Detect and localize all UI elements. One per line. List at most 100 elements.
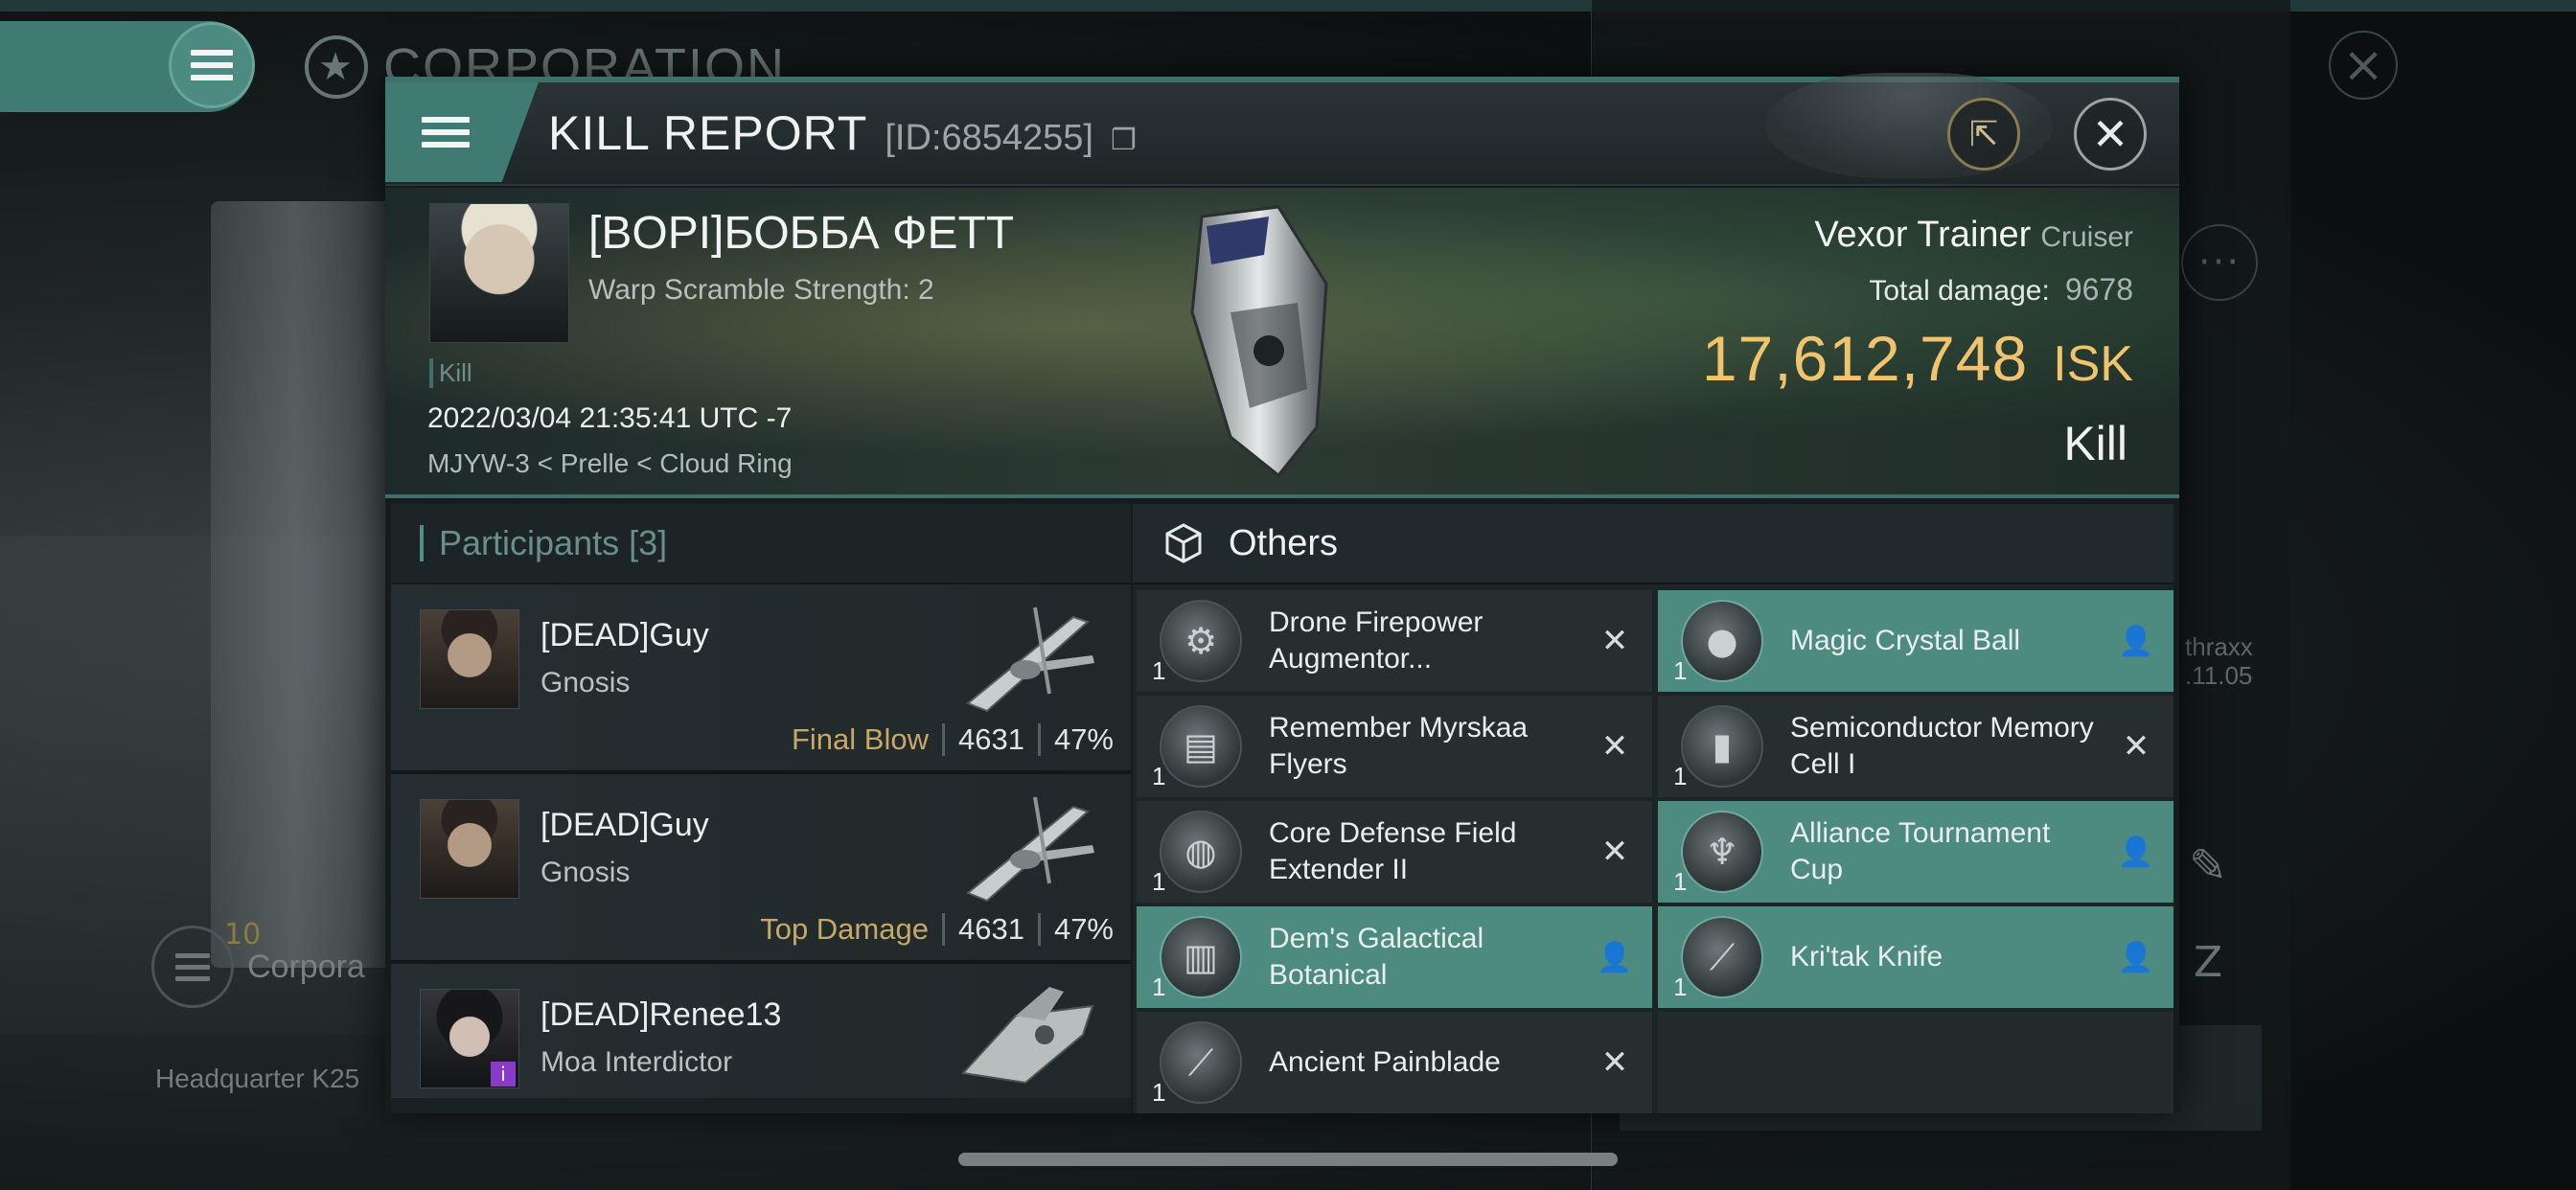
item-cell[interactable]: ⟋ 1 Kri'tak Knife 👤 [1658, 906, 2174, 1008]
background-close-icon[interactable]: × [2329, 31, 2398, 100]
drone-augmentor-icon: ⚙ [1160, 600, 1242, 682]
participant-row[interactable]: [DEAD]Guy Gnosis Final Blow 4631 47% [391, 584, 1131, 774]
kill-tag: Kill [429, 358, 472, 388]
star-icon: ★ [305, 35, 368, 99]
participant-row[interactable]: i [DEAD]Renee13 Moa Interdictor [391, 964, 1131, 1098]
item-qty: 1 [1673, 762, 1688, 790]
total-damage-value: 9678 [2064, 272, 2133, 307]
participants-header[interactable]: Participants [3] [391, 504, 1131, 584]
victim-name[interactable]: [BOPI]БОББА ФЕТТ [588, 207, 1014, 260]
participant-ship: Gnosis [540, 857, 631, 888]
isk-value: 17,612,748 ISK [1702, 322, 2133, 395]
kill-report-title-text: KILL REPORT [548, 106, 868, 160]
kill-report-window: KILL REPORT [ID:6854255] ❐ ⇱ ✕ [BOPI]БОБ… [385, 73, 2179, 1113]
item-cell[interactable]: ⚙ 1 Drone Firepower Augmentor... ✕ [1137, 590, 1652, 692]
stats-separator [1037, 913, 1041, 946]
clear-filter-icon[interactable]: Z [2181, 935, 2235, 989]
item-name: Magic Crystal Ball [1790, 625, 2021, 656]
item-qty: 1 [1152, 973, 1166, 1001]
stats-separator [941, 723, 945, 756]
victim-portrait[interactable] [429, 203, 569, 343]
participant-damage: 4631 [957, 912, 1024, 946]
box-icon [1165, 523, 1202, 563]
corp-member-row[interactable]: 10 Corpora [151, 918, 365, 1008]
participant-ship-image [966, 796, 1094, 903]
info-badge-icon: i [491, 1062, 516, 1087]
item-cell[interactable]: ▤ 1 Remember Myrskaa Flyers ✕ [1137, 696, 1652, 797]
victim-ship-image[interactable] [1163, 197, 1355, 485]
participant-percent: 47% [1053, 912, 1114, 946]
item-name: Kri'tak Knife [1790, 941, 1944, 973]
copy-icon[interactable]: ❐ [1111, 124, 1137, 157]
report-type: Kill [2063, 417, 2128, 470]
kill-report-menu-button[interactable] [385, 82, 539, 182]
corp-count: 10 [224, 918, 262, 951]
trophy-cup-icon: ♆ [1681, 811, 1763, 893]
participant-percent: 47% [1053, 722, 1114, 756]
headquarter-label: Headquarter K25 [155, 1064, 360, 1093]
participants-count: [3] [629, 523, 668, 562]
others-label: Others [1229, 522, 1339, 563]
memory-cell-icon: ▮ [1681, 705, 1763, 788]
item-cell[interactable]: ▮ 1 Semiconductor Memory Cell I ✕ [1658, 696, 2174, 797]
participant-ship: Gnosis [540, 667, 631, 698]
blade-icon: ⟋ [1160, 1021, 1242, 1104]
participant-row[interactable]: [DEAD]Guy Gnosis Top Damage 4631 47% [391, 774, 1131, 964]
participant-ship-image [960, 987, 1094, 1085]
others-panel: Others ⚙ 1 Drone Firepower Augmentor... … [1133, 504, 2174, 1113]
item-name: Dem's Galactical Botanical [1269, 923, 1484, 991]
kill-report-id: [ID:6854255] [885, 118, 1093, 158]
destroyed-icon: ✕ [1600, 727, 1629, 766]
isk-amount: 17,612,748 [1701, 323, 2029, 394]
dropped-icon: 👤 [2118, 835, 2154, 869]
final-blow-tag: Final Blow [791, 722, 929, 756]
victim-ship-name[interactable]: Vexor Trainer Cruiser [1814, 215, 2133, 256]
edit-icon[interactable]: ✎ [2181, 839, 2235, 893]
ship-name: Vexor Trainer [1814, 215, 2032, 255]
kill-location[interactable]: MJYW-3 < Prelle < Cloud Ring [427, 448, 793, 479]
close-icon[interactable]: ✕ [2074, 98, 2147, 171]
hamburger-icon [191, 50, 233, 80]
empty-item-slot [1658, 1012, 2174, 1113]
participants-panel: Participants [3] [DEAD]Guy Gnosis Final … [391, 504, 1131, 1113]
home-indicator[interactable] [958, 1153, 1618, 1166]
main-menu-button[interactable] [169, 22, 255, 108]
kill-report-header: KILL REPORT [ID:6854255] ❐ ⇱ ✕ [385, 73, 2179, 186]
top-damage-tag: Top Damage [760, 912, 929, 946]
dropped-icon: 👤 [2118, 624, 2154, 658]
victim-subtitle: Warp Scramble Strength: 2 [588, 274, 934, 306]
item-cell[interactable]: ▥ 1 Dem's Galactical Botanical 👤 [1137, 906, 1652, 1008]
total-damage-label: Total damage: [1869, 275, 2050, 307]
item-qty: 1 [1152, 762, 1166, 790]
item-cell[interactable]: ● 1 Magic Crystal Ball 👤 [1658, 590, 2174, 692]
item-cell[interactable]: ◍ 1 Core Defense Field Extender II ✕ [1137, 801, 1652, 903]
others-header[interactable]: Others [1133, 504, 2174, 584]
item-qty: 1 [1152, 1078, 1166, 1107]
item-cell[interactable]: ♆ 1 Alliance Tournament Cup 👤 [1658, 801, 2174, 903]
external-link-icon[interactable]: ⇱ [1947, 98, 2020, 171]
participants-label: Participants [439, 523, 620, 562]
item-name: Semiconductor Memory Cell I [1790, 712, 2094, 780]
dropped-icon: 👤 [1597, 940, 1633, 974]
item-name: Drone Firepower Augmentor... [1269, 606, 1484, 675]
victim-banner: [BOPI]БОББА ФЕТТ Warp Scramble Strength:… [385, 188, 2179, 498]
kill-report-title: KILL REPORT [ID:6854255] ❐ [548, 105, 1137, 161]
stats-separator [941, 913, 945, 946]
more-options-icon[interactable]: ··· [2181, 224, 2258, 301]
total-damage: Total damage: 9678 [1869, 272, 2133, 308]
item-qty: 1 [1152, 867, 1166, 896]
knife-icon: ⟋ [1681, 916, 1763, 998]
isk-unit: ISK [2053, 336, 2133, 392]
item-qty: 1 [1152, 656, 1166, 685]
participant-stats: Final Blow 4631 47% [792, 722, 1114, 757]
item-cell[interactable]: ⟋ 1 Ancient Painblade ✕ [1137, 1012, 1652, 1113]
peek-name: thraxx [2185, 632, 2253, 661]
participant-name: [DEAD]Renee13 [540, 996, 782, 1033]
item-name: Ancient Painblade [1269, 1046, 1501, 1078]
peek-date: .11.05 [2185, 661, 2253, 690]
shield-extender-icon: ◍ [1160, 811, 1242, 893]
dropped-icon: 👤 [2118, 940, 2154, 974]
menu-icon [422, 117, 470, 148]
participant-ship: Moa Interdictor [540, 1046, 733, 1078]
background-peek-text: thraxx .11.05 [2185, 632, 2253, 690]
